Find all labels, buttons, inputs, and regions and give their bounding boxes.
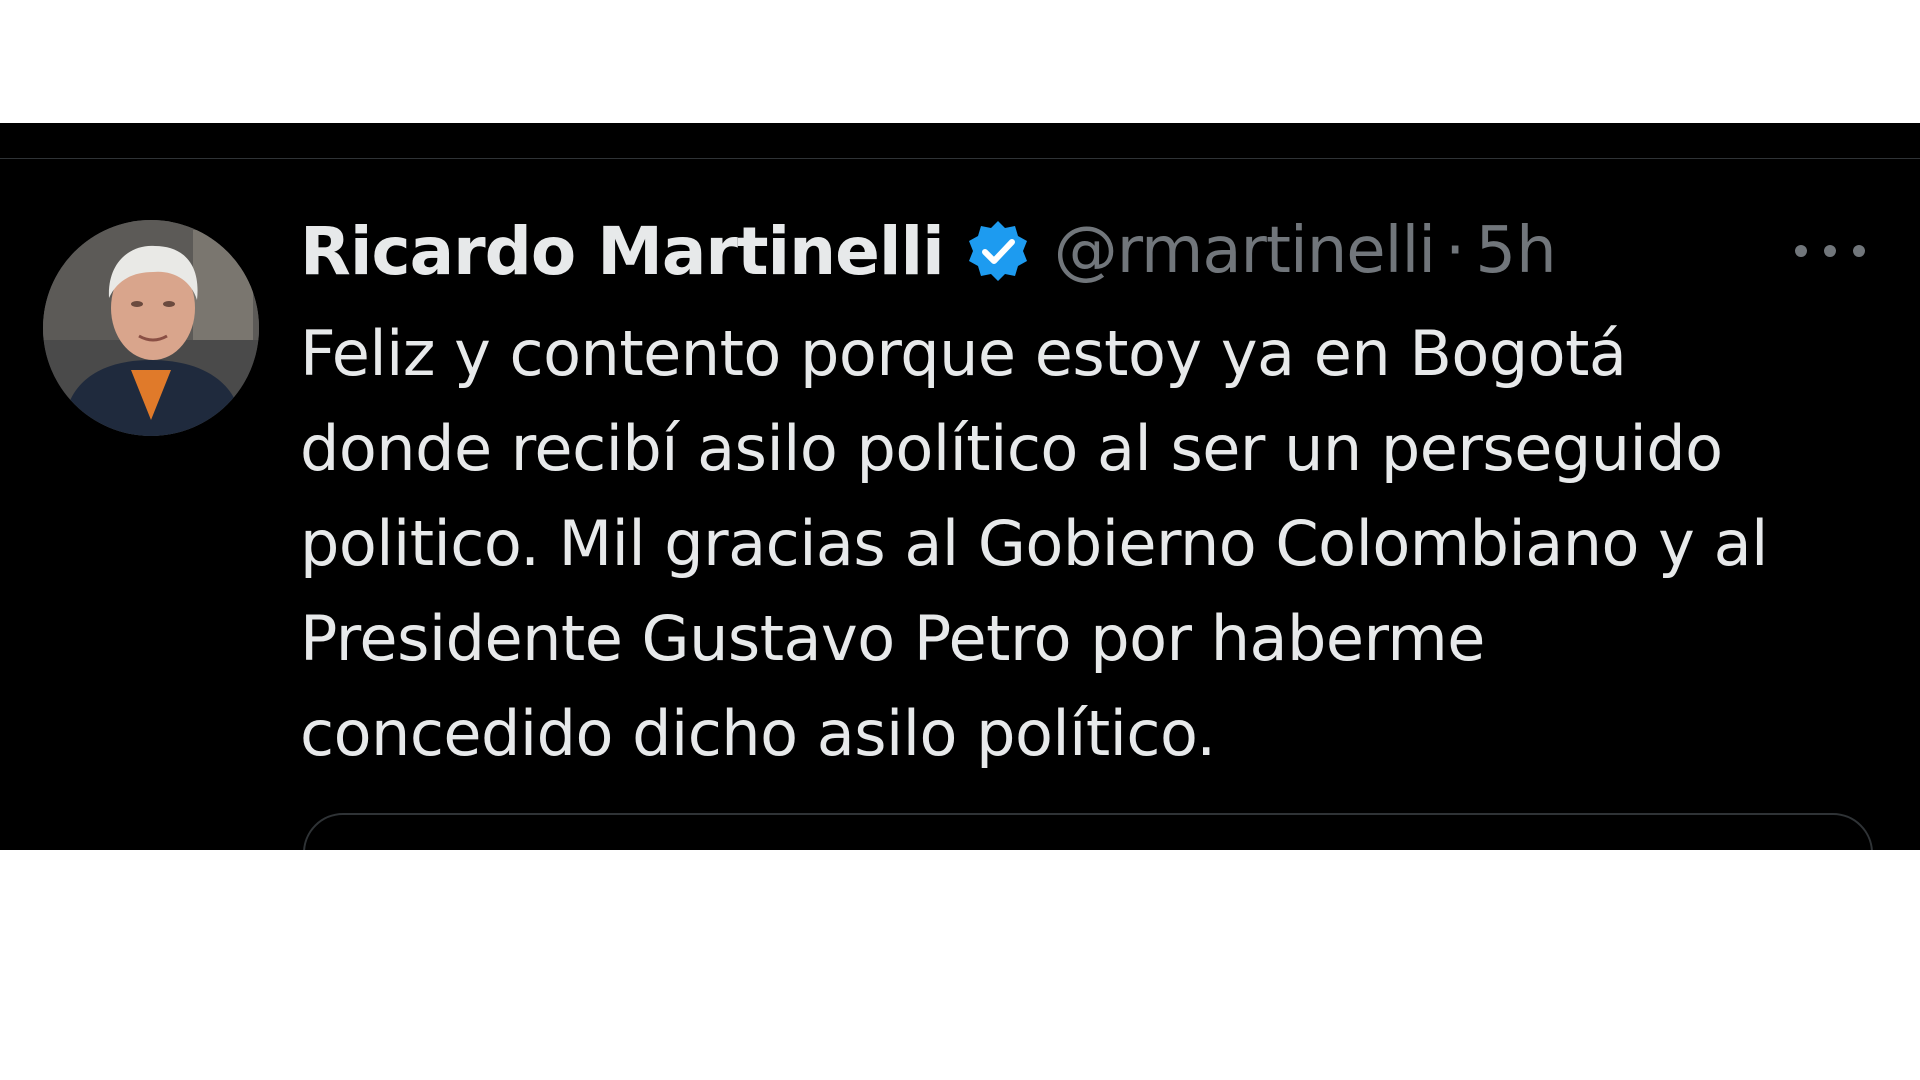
top-divider bbox=[0, 158, 1920, 159]
display-name[interactable]: Ricardo Martinelli bbox=[300, 213, 945, 290]
more-dot bbox=[1853, 245, 1865, 257]
tweet-timestamp[interactable]: 5h bbox=[1475, 214, 1556, 288]
header-separator: · bbox=[1445, 214, 1466, 288]
avatar[interactable] bbox=[43, 220, 259, 436]
tweet-text: Feliz y contento porque estoy ya en Bogo… bbox=[300, 306, 1900, 781]
more-dot bbox=[1824, 245, 1836, 257]
tweet-text-line: Feliz y contento porque estoy ya en Bogo… bbox=[300, 317, 1627, 390]
avatar-image bbox=[43, 220, 259, 436]
verified-badge-icon bbox=[966, 219, 1030, 283]
more-dot bbox=[1795, 245, 1807, 257]
tweet-frame: Ricardo Martinelli @rmartinelli · 5h Fel… bbox=[0, 123, 1920, 850]
embedded-card[interactable] bbox=[303, 813, 1873, 850]
tweet-text-line: Presidente Gustavo Petro por haberme bbox=[300, 602, 1485, 675]
tweet-header: Ricardo Martinelli @rmartinelli · 5h bbox=[300, 211, 1557, 291]
tweet-text-line: concedido dicho asilo político. bbox=[300, 697, 1216, 770]
more-options-icon[interactable] bbox=[1795, 238, 1865, 264]
tweet-text-line: politico. Mil gracias al Gobierno Colomb… bbox=[300, 507, 1768, 580]
tweet-text-line: donde recibí asilo político al ser un pe… bbox=[300, 412, 1723, 485]
user-handle[interactable]: @rmartinelli bbox=[1054, 214, 1436, 288]
